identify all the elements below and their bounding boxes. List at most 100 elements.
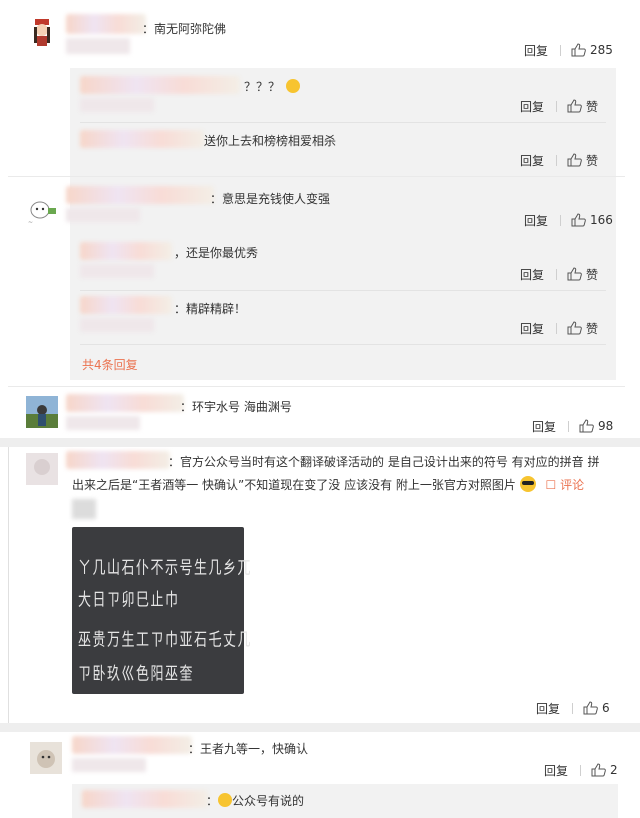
svg-text:~: ~ — [28, 219, 33, 226]
comment-text: ：南无阿弥陀佛 — [142, 22, 227, 36]
like-button[interactable]: 166 — [571, 213, 613, 227]
like-label: 赞 — [586, 153, 599, 168]
comment-panel-3: ：王者九等一，快确认 回复 2 ：公众号有说的 — [8, 732, 625, 818]
comment-panel-1: ：南无阿弥陀佛 回复 285 ？？？ 回复 赞 送你上去和榜榜相爱相杀 回复 赞 — [8, 0, 625, 438]
thumbs-up-icon — [583, 701, 598, 715]
like-label: 赞 — [586, 321, 599, 336]
avatar[interactable] — [26, 453, 58, 485]
comment-actions: 回复 166 — [524, 212, 613, 228]
divider — [8, 386, 625, 387]
reply-button[interactable]: 回复 — [520, 98, 544, 115]
like-button[interactable]: 2 — [591, 763, 618, 777]
thumbs-up-icon — [571, 43, 586, 57]
pinyin-reference-image[interactable]: ㄚ几山石仆不示号生几乡兀 大日ㄗ卯巳止巾 巫贵万生工ㄗ巾亚石乇丈几 ㄗ卧玖巛色阳… — [72, 527, 251, 694]
comment-actions: 回复 98 — [532, 418, 613, 434]
divider — [80, 344, 606, 345]
like-label: 赞 — [586, 99, 599, 114]
comment-actions: 回复 6 — [536, 700, 610, 716]
reply-text: 送你上去和榜榜相爱相杀 — [204, 134, 337, 148]
image-row: 大日ㄗ卯巳止巾 — [78, 590, 180, 611]
divider — [568, 420, 570, 432]
divider — [556, 268, 558, 280]
reply-button[interactable]: 回复 — [532, 418, 556, 435]
blurred-username — [82, 790, 208, 808]
reply-button[interactable]: 回复 — [536, 700, 560, 717]
reply-text: ：精辟精辟！ — [174, 302, 247, 316]
divider — [80, 122, 606, 123]
like-count: 285 — [590, 43, 613, 57]
reply-button[interactable]: 回复 — [520, 152, 544, 169]
comment-actions: 回复 2 — [544, 762, 618, 778]
comment-link-label: 评论 — [560, 478, 585, 492]
thumbs-up-icon — [567, 99, 582, 113]
reply-button[interactable]: 回复 — [520, 320, 544, 337]
blurred-text — [80, 98, 154, 112]
smile-emoji-icon — [218, 793, 233, 807]
thumbs-up-icon — [567, 267, 582, 281]
blurred-text — [80, 264, 154, 278]
divider — [560, 214, 562, 226]
blurred-username — [72, 736, 192, 754]
reply-button[interactable]: 回复 — [544, 762, 568, 779]
image-row: ㄗ卧玖巛色阳巫奎 — [78, 664, 195, 685]
divider — [560, 44, 562, 56]
divider — [580, 764, 582, 776]
divider — [80, 290, 606, 291]
blurred-username — [80, 242, 172, 260]
avatar[interactable] — [26, 16, 58, 48]
like-button[interactable]: 6 — [583, 701, 610, 715]
avatar[interactable]: ~ — [26, 194, 58, 226]
like-button[interactable]: 赞 — [567, 152, 598, 169]
comment-text: ：意思是充钱使人变强 — [210, 192, 331, 206]
divider — [556, 100, 558, 112]
blurred-text — [80, 318, 154, 332]
blurred-username — [80, 130, 204, 148]
reply-button[interactable]: 回复 — [520, 266, 544, 283]
avatar[interactable] — [26, 396, 58, 428]
like-button[interactable]: 285 — [571, 43, 613, 57]
divider — [556, 154, 558, 166]
divider — [572, 702, 574, 714]
reply-actions: 回复 赞 — [520, 320, 598, 336]
image-row: 巫贵万生工ㄗ巾亚石乇丈几 — [78, 630, 253, 651]
avatar[interactable] — [30, 742, 62, 774]
reply-button[interactable]: 回复 — [524, 42, 548, 59]
blurred-username — [66, 14, 146, 34]
reply-text: ：公众号有说的 — [206, 793, 305, 808]
reply-actions: 回复 赞 — [520, 152, 598, 168]
like-button[interactable]: 赞 — [567, 320, 598, 337]
smile-emoji-icon — [285, 79, 300, 93]
blurred-username — [66, 186, 214, 204]
like-count: 166 — [590, 213, 613, 227]
blurred-username — [66, 451, 170, 469]
thumbs-up-icon — [579, 419, 594, 433]
comment-text: ：王者九等一，快确认 — [188, 742, 309, 756]
sunglasses-emoji-icon — [519, 476, 536, 492]
thumbs-up-icon — [567, 153, 582, 167]
reply-text: ？？？ — [244, 78, 300, 95]
reply-text: ，还是你最优秀 — [174, 246, 259, 260]
like-button[interactable]: 赞 — [567, 266, 598, 283]
reply-button[interactable]: 回复 — [524, 212, 548, 229]
like-label: 赞 — [586, 267, 599, 282]
like-button[interactable]: 赞 — [567, 98, 598, 115]
more-replies-link[interactable]: 共4条回复 — [82, 356, 138, 373]
blurred-text — [66, 208, 140, 222]
blurred-username — [80, 296, 172, 314]
like-button[interactable]: 98 — [579, 419, 613, 433]
panel-separator — [0, 723, 640, 732]
comment-text-line-2-content: 出来之后是“王者酒等一 快确认”不知道现在变了没 应该没有 附上一张官方对照图片 — [72, 478, 516, 492]
thumbs-up-icon — [571, 213, 586, 227]
like-count: 2 — [610, 763, 618, 777]
divider — [556, 322, 558, 334]
blurred-text — [66, 38, 130, 54]
reply-text-content: 公众号有说的 — [232, 794, 305, 808]
comment-link[interactable]: ☐ 评论 — [546, 478, 585, 492]
blurred-username — [66, 394, 184, 412]
thumbs-up-icon — [591, 763, 606, 777]
reply-actions: 回复 赞 — [520, 98, 598, 114]
thumbs-up-icon — [567, 321, 582, 335]
panel-separator — [0, 438, 640, 447]
reply-actions: 回复 赞 — [520, 266, 598, 282]
comment-text-line-1: ：官方公众号当时有这个翻译破译活动的 是自己设计出来的符号 有对应的拼音 拼 — [168, 455, 600, 469]
